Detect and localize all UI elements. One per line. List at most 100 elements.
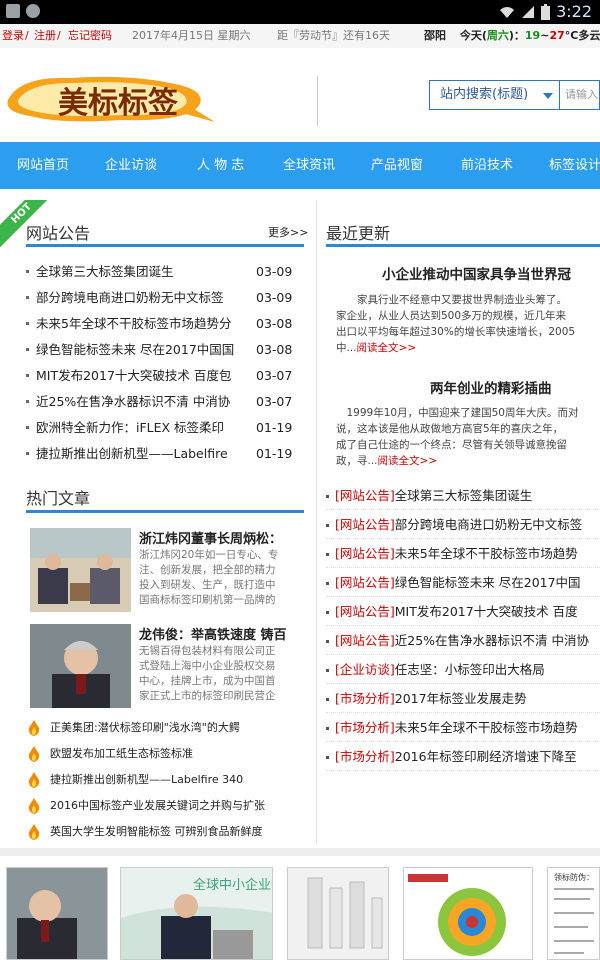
notice-item[interactable]: 近25%在售净水器标识不清 中消协 03-07 <box>26 389 296 415</box>
recent-title-underline <box>326 244 600 247</box>
notice-title: 未来5年全球不干胶标签市场趋势分 <box>36 316 232 331</box>
bullet <box>326 640 329 643</box>
clock: 3:22 <box>556 2 592 21</box>
status-bar: 3:22 <box>0 0 600 24</box>
featured-article-title[interactable]: 龙伟俊：举高铁速度 铸百 <box>139 624 299 643</box>
notice-title-underline <box>26 244 304 247</box>
hot-list-item[interactable]: 欧盟发布加工纸生态标签标准 <box>26 741 306 767</box>
gallery-image <box>7 868 107 959</box>
hot-list-item[interactable]: 英国大学生发明智能标签 可辨别食品新鲜度 <box>26 819 306 845</box>
hot-list-item[interactable]: 捷拉斯推出创新机型——Labelfire 340 <box>26 767 306 793</box>
read-more-link[interactable]: 阅读全文>> <box>357 342 417 354</box>
nav-item-global-news[interactable]: 全球资讯 <box>283 142 335 189</box>
notice-item[interactable]: 捷拉斯推出创新机型——Labelfire 01-19 <box>26 441 296 467</box>
notice-item[interactable]: 全球第三大标签集团诞生 03-09 <box>26 259 296 285</box>
fire-icon <box>28 824 40 840</box>
summary-line: 中心，挂牌上市，成为中国首 <box>139 675 276 687</box>
summary-line: 注、创新发展，把全部的精力 <box>139 564 276 576</box>
summary-line: 家正式上市的标签印刷民营企 <box>139 690 276 702</box>
notice-title: 捷拉斯推出创新机型——Labelfire <box>36 446 228 461</box>
recent-link-item[interactable]: [企业访谈]任志坚：小标签印出大格局 <box>326 655 600 684</box>
category-tag[interactable]: [网站公告] <box>335 604 395 619</box>
recent-link-item[interactable]: [网站公告]绿色智能标签未来 尽在2017中国 <box>326 568 600 597</box>
gallery-thumb-portrait[interactable] <box>6 867 108 960</box>
notice-item[interactable]: 部分跨境电商进口奶粉无中文标签 03-09 <box>26 285 296 311</box>
bullet <box>326 727 329 730</box>
section-separator <box>0 848 600 856</box>
summary-line: 中... <box>336 342 357 354</box>
bullet <box>26 452 29 455</box>
weather-city: 邵阳 <box>424 29 446 42</box>
holiday-countdown: 距『劳动节』还有16天 <box>277 29 390 42</box>
search-input[interactable]: 请输入 <box>560 80 600 110</box>
nav-item-label-design[interactable]: 标签设计 <box>549 142 600 189</box>
category-tag[interactable]: [企业访谈] <box>335 662 395 677</box>
search-scope-select[interactable]: 站内搜索(标题) <box>429 80 560 110</box>
category-tag[interactable]: [网站公告] <box>335 517 395 532</box>
recent-link-item[interactable]: [市场分析]未来5年全球不干胶标签市场趋势 <box>326 713 600 742</box>
summary-line: 国商标标签印刷机第一品牌的 <box>139 594 276 606</box>
register-link[interactable]: 注册 <box>34 24 56 48</box>
gallery-thumb-summit[interactable]: 全球中小企业峰会 <box>120 867 273 960</box>
recent-link-item[interactable]: [网站公告]全球第三大标签集团诞生 <box>326 481 600 510</box>
notice-title: 近25%在售净水器标识不清 中消协 <box>36 394 231 409</box>
summary-line: 浙江炜冈20年如一日专心、专 <box>139 549 279 561</box>
notice-date: 03-09 <box>256 264 293 279</box>
recent-link-title: 全球第三大标签集团诞生 <box>394 488 533 503</box>
bullet <box>326 553 329 556</box>
notice-item[interactable]: 未来5年全球不干胶标签市场趋势分 03-08 <box>26 311 296 337</box>
category-tag[interactable]: [市场分析] <box>335 691 395 706</box>
recent-link-item[interactable]: [网站公告]近25%在售净水器标识不清 中消协 <box>326 626 600 655</box>
login-link[interactable]: 登录 <box>2 24 24 48</box>
recent-link-item[interactable]: [市场分析]2017年标签业发展走势 <box>326 684 600 713</box>
gallery-thumb-product[interactable] <box>287 867 389 960</box>
nav-item-interviews[interactable]: 企业访谈 <box>105 142 157 189</box>
recent-feature-title[interactable]: 小企业推动中国家具争当世界冠 <box>382 263 571 283</box>
recent-link-title: 近25%在售净水器标识不清 中消协 <box>394 633 590 648</box>
gallery-thumb-document[interactable]: 领标防伪： <box>547 867 600 960</box>
forgot-password-link[interactable]: 忘记密码 <box>68 24 112 48</box>
category-tag[interactable]: [网站公告] <box>335 575 395 590</box>
recent-link-item[interactable]: [网站公告]未来5年全球不干胶标签市场趋势 <box>326 539 600 568</box>
summary-line: 投入到研发、生产，既打造中 <box>139 579 276 591</box>
category-tag[interactable]: [市场分析] <box>335 720 395 735</box>
notice-item[interactable]: 绿色智能标签未来 尽在2017中国国 03-08 <box>26 337 296 363</box>
site-logo[interactable]: 美标标签 <box>0 70 255 128</box>
recent-link-item[interactable]: [市场分析]2016年标签印刷经济增速下降至 <box>326 742 600 771</box>
battery-icon <box>541 3 551 20</box>
summary-line: 家企业，从业人员达到500多万的规模，近几年来 <box>336 310 567 322</box>
search-scope-label: 站内搜索(标题) <box>440 87 529 102</box>
notice-more-link[interactable]: 更多>> <box>268 224 308 240</box>
bullet <box>26 348 29 351</box>
bullet <box>326 524 329 527</box>
hot-list-title: 2016中国标签产业发展关键词之并购与扩张 <box>50 799 265 812</box>
article-photo-interview[interactable] <box>30 528 131 612</box>
category-tag[interactable]: [市场分析] <box>335 749 395 764</box>
nav-item-home[interactable]: 网站首页 <box>17 142 69 189</box>
hot-list-item[interactable]: 2016中国标签产业发展关键词之并购与扩张 <box>26 793 306 819</box>
notice-item[interactable]: 欧洲特全新力作：iFLEX 标签柔印 01-19 <box>26 415 296 441</box>
featured-article-title[interactable]: 浙江炜冈董事长周炳松： <box>139 528 299 547</box>
article-photo-image <box>30 528 131 612</box>
temp-high: 27 <box>549 29 565 42</box>
header-divider <box>317 76 318 126</box>
recent-link-item[interactable]: [网站公告]MIT发布2017十大突破技术 百度 <box>326 597 600 626</box>
summary-line: 家具行业不经意中又要拔世界制造业头筹了。 <box>336 294 567 306</box>
hot-list-item[interactable]: 正美集团:潜伏标签印刷"浅水湾"的大鳄 <box>26 715 306 741</box>
nav-item-products[interactable]: 产品视窗 <box>371 142 423 189</box>
recent-feature-title[interactable]: 两年创业的精彩插曲 <box>430 377 552 397</box>
shield-notification-icon <box>26 4 40 18</box>
category-tag[interactable]: [网站公告] <box>335 488 395 503</box>
category-tag[interactable]: [网站公告] <box>335 546 395 561</box>
recent-link-item[interactable]: [网站公告]部分跨境电商进口奶粉无中文标签 <box>326 510 600 539</box>
gallery-thumb-diagram[interactable] <box>403 867 533 960</box>
recent-feature-summary: 1999年10月，中国迎来了建国50周年大庆。而对 说，这本该是他从政做地方高官… <box>336 405 600 469</box>
article-photo-image <box>30 624 131 708</box>
notice-date: 01-19 <box>256 420 293 435</box>
nav-item-frontier-tech[interactable]: 前沿技术 <box>461 142 513 189</box>
article-photo-portrait[interactable] <box>30 624 131 708</box>
category-tag[interactable]: [网站公告] <box>335 633 395 648</box>
read-more-link[interactable]: 阅读全文>> <box>378 455 438 467</box>
nav-item-people[interactable]: 人 物 志 <box>197 142 244 189</box>
notice-item[interactable]: MIT发布2017十大突破技术 百度包 03-07 <box>26 363 296 389</box>
